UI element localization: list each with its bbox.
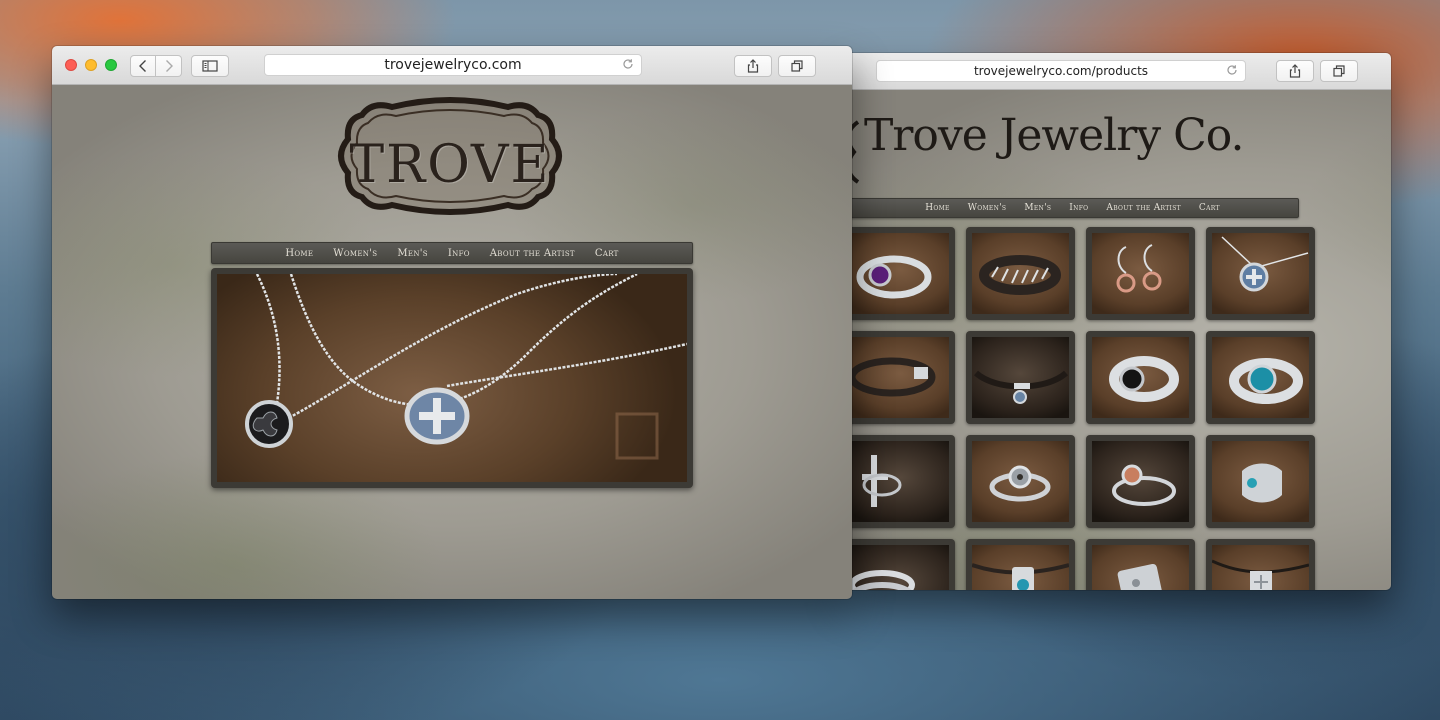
- product-tile-square-pendant[interactable]: [1086, 539, 1195, 590]
- site-logo-text: Trove Jewelry Co.: [864, 110, 1244, 161]
- tabs-icon: [1333, 65, 1345, 77]
- product-grid: [846, 227, 1315, 590]
- nav-home[interactable]: Home: [925, 203, 950, 213]
- address-bar-url: trovejewelryco.com: [384, 57, 522, 73]
- tabs-overview-button[interactable]: [1320, 60, 1358, 82]
- product-tile-target-ring[interactable]: [966, 435, 1075, 528]
- product-tile-amethyst-ring[interactable]: [846, 227, 955, 320]
- site-logo[interactable]: TROVE: [332, 95, 568, 217]
- sidebar-icon: [202, 60, 218, 72]
- nav-mens[interactable]: Men's: [397, 248, 428, 259]
- product-photo: [1092, 441, 1189, 522]
- address-bar-url: trovejewelryco.com/products: [973, 64, 1149, 78]
- close-window-button[interactable]: [65, 59, 77, 71]
- nav-womens[interactable]: Women's: [333, 248, 377, 259]
- product-photo: [1212, 233, 1309, 314]
- nav-cart[interactable]: Cart: [1199, 203, 1220, 213]
- hero-banner[interactable]: [211, 268, 693, 488]
- product-tile-cross-ring[interactable]: [846, 435, 955, 528]
- product-tile-cross-pendant-necklace[interactable]: [1206, 227, 1315, 320]
- browser-window-products: trovejewelryco.com/products Trove Jewelr…: [846, 53, 1391, 590]
- nav-info[interactable]: Info: [1069, 203, 1088, 213]
- minimize-window-button[interactable]: [85, 59, 97, 71]
- nav-about-artist[interactable]: About the Artist: [1106, 203, 1181, 213]
- nav-about-artist[interactable]: About the Artist: [490, 248, 575, 259]
- sidebar-button[interactable]: [191, 55, 229, 77]
- reload-icon[interactable]: [621, 57, 635, 75]
- product-photo: [852, 233, 949, 314]
- back-button[interactable]: [130, 55, 156, 77]
- main-nav: Home Women's Men's Info About the Artist…: [846, 198, 1299, 218]
- browser-toolbar: trovejewelryco.com: [52, 46, 852, 85]
- site-logo-text: TROVE: [349, 135, 551, 195]
- chevron-right-icon: [165, 60, 173, 72]
- product-photo: [1092, 337, 1189, 418]
- product-photo: [852, 441, 949, 522]
- nav-mens[interactable]: Men's: [1024, 203, 1051, 213]
- tabs-overview-button[interactable]: [778, 55, 816, 77]
- product-photo: [1092, 233, 1189, 314]
- product-photo: [1212, 337, 1309, 418]
- product-photo: [972, 337, 1069, 418]
- nav-womens[interactable]: Women's: [968, 203, 1007, 213]
- share-icon: [1289, 64, 1301, 78]
- product-tile-leather-bracelet[interactable]: [846, 331, 955, 424]
- share-button[interactable]: [1276, 60, 1314, 82]
- home-page: TROVE Home Women's Men's Info About the …: [52, 85, 852, 599]
- history-buttons: [130, 55, 182, 77]
- site-logo[interactable]: Trove Jewelry Co.: [864, 110, 1244, 161]
- product-tile-turquoise-ring[interactable]: [1206, 331, 1315, 424]
- browser-window-home: trovejewelryco.com TROVE Home Women's Me…: [52, 46, 852, 599]
- address-bar[interactable]: trovejewelryco.com/products: [876, 60, 1246, 82]
- product-tile-copper-accent-ring[interactable]: [1086, 435, 1195, 528]
- product-photo: [972, 441, 1069, 522]
- product-photo: [972, 233, 1069, 314]
- share-button[interactable]: [734, 55, 772, 77]
- reload-icon[interactable]: [1225, 63, 1239, 80]
- nav-info[interactable]: Info: [448, 248, 470, 259]
- nav-home[interactable]: Home: [285, 248, 313, 259]
- product-tile-tag-pendant-necklace[interactable]: [1206, 539, 1315, 590]
- product-photo: [1092, 545, 1189, 590]
- product-photo: [1212, 441, 1309, 522]
- chevron-left-icon: [139, 60, 146, 72]
- product-photo: [1212, 545, 1309, 590]
- product-tile-wrapped-cuff-ring[interactable]: [966, 227, 1075, 320]
- product-photo: [852, 337, 949, 418]
- address-bar[interactable]: trovejewelryco.com: [264, 54, 642, 76]
- product-tile-turquoise-bar-pendant[interactable]: [966, 539, 1075, 590]
- main-nav: Home Women's Men's Info About the Artist…: [211, 242, 693, 264]
- share-icon: [747, 59, 759, 73]
- product-tile-spiral-earrings[interactable]: [1086, 227, 1195, 320]
- products-page: Trove Jewelry Co. Home Women's Men's Inf…: [846, 90, 1391, 590]
- tabs-icon: [791, 60, 803, 72]
- forward-button[interactable]: [156, 55, 182, 77]
- browser-toolbar: trovejewelryco.com/products: [846, 53, 1391, 90]
- product-tile-onyx-ring[interactable]: [1086, 331, 1195, 424]
- product-photo: [852, 545, 949, 590]
- product-tile-turquoise-wrap-ring[interactable]: [1206, 435, 1315, 528]
- product-tile-cuff-bracelet-charm[interactable]: [966, 331, 1075, 424]
- nav-cart[interactable]: Cart: [595, 248, 619, 259]
- product-photo: [972, 545, 1069, 590]
- product-tile-stacked-band-ring[interactable]: [846, 539, 955, 590]
- hero-photo: [217, 274, 687, 482]
- zoom-window-button[interactable]: [105, 59, 117, 71]
